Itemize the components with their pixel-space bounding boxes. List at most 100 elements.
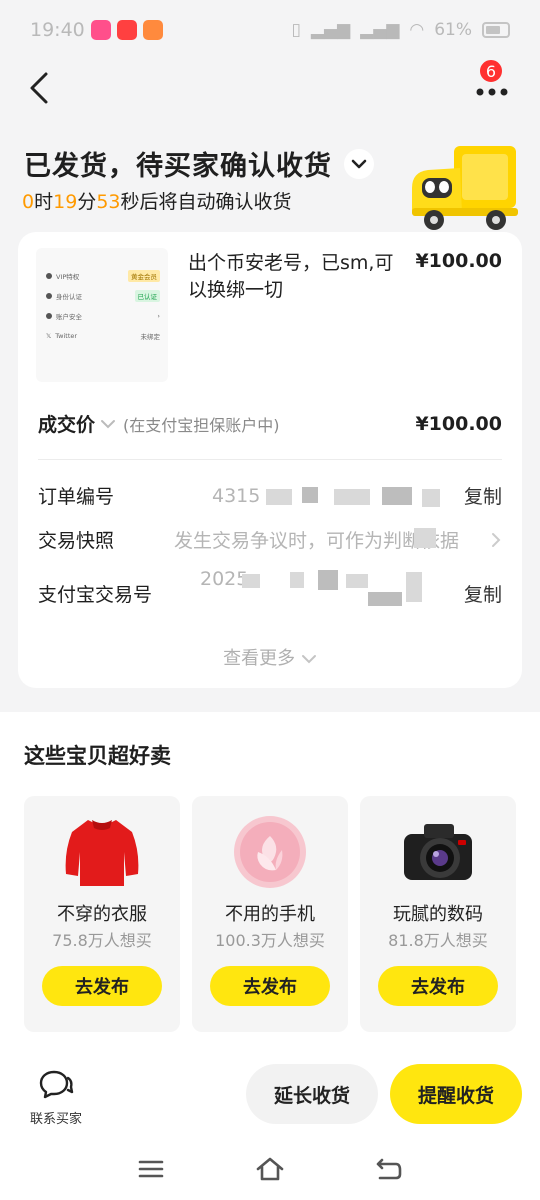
battery-percent: 61% — [434, 20, 472, 40]
status-expand-button[interactable] — [344, 148, 374, 179]
thumbnail-row-label: VIP特权 — [56, 273, 80, 281]
recommend-wants: 100.3万人想买 — [215, 931, 325, 950]
thumbnail-row-tag: 黄金会员 — [128, 270, 160, 282]
signal-icon: ▂▄▆ — [360, 20, 400, 40]
menu-icon[interactable] — [136, 1156, 166, 1182]
recommend-wants: 75.8万人想买 — [52, 931, 152, 950]
redaction-mosaic — [368, 592, 402, 606]
thumbnail-row: 账户安全 › — [46, 306, 160, 326]
divider — [38, 459, 502, 460]
redaction-mosaic — [302, 486, 318, 503]
recommend-name: 不用的手机 — [225, 904, 315, 925]
system-nav-bar — [0, 1140, 540, 1200]
redaction-mosaic — [318, 570, 338, 590]
trade-snapshot-value: 发生交易争议时，可作为判断依据 — [174, 526, 484, 553]
recommend-wants: 81.8万人想买 — [388, 931, 488, 950]
deal-price-row: 成交价 (在支付宝担保账户中) ¥100.00 — [38, 410, 502, 437]
user-icon — [46, 293, 52, 299]
thumbnail-row-tag: 已认证 — [134, 290, 160, 302]
back-nav-icon[interactable] — [374, 1156, 404, 1182]
status-time: 19:40 — [30, 19, 85, 41]
product-title[interactable]: 出个币安老号，已sm,可以换绑一切 — [188, 250, 408, 304]
redaction-mosaic — [414, 528, 436, 548]
trade-snapshot-row[interactable]: 交易快照 发生交易争议时，可作为判断依据 — [38, 526, 502, 553]
countdown-hours: 0 — [22, 191, 35, 213]
publish-button[interactable]: 去发布 — [378, 966, 498, 1006]
trade-snapshot-label: 交易快照 — [38, 530, 115, 552]
auto-confirm-countdown: 0时19分53秒后将自动确认收货 — [22, 187, 292, 214]
redaction-mosaic — [422, 488, 440, 507]
wifi-icon: ◠ — [409, 20, 425, 40]
battery-icon — [482, 22, 510, 38]
see-more-label: 查看更多 — [223, 648, 296, 669]
copy-alipay-number-button[interactable]: 复制 — [464, 580, 502, 607]
thumbnail-row-label: Twitter — [55, 332, 78, 340]
recommend-name: 玩腻的数码 — [393, 904, 483, 925]
redaction-mosaic — [242, 574, 260, 588]
publish-button[interactable]: 去发布 — [42, 966, 162, 1006]
chevron-right-icon — [490, 531, 502, 549]
redaction-mosaic — [334, 488, 370, 505]
recommend-title: 这些宝贝超好卖 — [24, 744, 171, 768]
thumbnail-row: 身份认证 已认证 — [46, 286, 160, 306]
red-sweater-icon — [65, 820, 139, 886]
order-number-text: 4315 — [212, 484, 261, 507]
notification-badge: 6 — [478, 58, 504, 84]
escrow-note: (在支付宝担保账户中) — [123, 415, 280, 435]
recommend-card[interactable]: 不穿的衣服 75.8万人想买 去发布 — [24, 796, 180, 1032]
thumbnail-row-label: 身份认证 — [56, 293, 82, 301]
order-status-row: 已发货，待买家确认收货 — [24, 144, 374, 183]
copy-order-number-button[interactable]: 复制 — [464, 482, 502, 509]
order-number-label: 订单编号 — [38, 486, 115, 508]
countdown-minutes-unit: 分 — [77, 191, 97, 213]
alipay-trade-number-value: 2025 — [194, 568, 458, 618]
remind-receipt-button[interactable]: 提醒收货 — [390, 1064, 522, 1124]
status-bar: 19:40 ▯ ▂▄▆ ▂▄▆ ◠ 61% — [0, 0, 540, 60]
vip-icon — [46, 273, 52, 279]
order-card: VIP特权 黄金会员 身份认证 已认证 账户安全 › 𝕏 Twitter 未绑定 … — [18, 232, 522, 688]
redaction-mosaic — [346, 574, 368, 588]
alipay-trade-number-label: 支付宝交易号 — [38, 583, 153, 606]
extend-receipt-button[interactable]: 延长收货 — [246, 1064, 378, 1124]
publish-button[interactable]: 去发布 — [210, 966, 330, 1006]
redaction-mosaic — [406, 572, 422, 602]
pink-phone-icon — [234, 816, 306, 888]
signal-icon: ▂▄▆ — [310, 20, 351, 40]
countdown-seconds: 53 — [96, 191, 121, 213]
thumbnail-row-tag: 未绑定 — [140, 333, 161, 341]
countdown-suffix: 秒后将自动确认收货 — [120, 191, 292, 213]
product-thumbnail[interactable]: VIP特权 黄金会员 身份认证 已认证 账户安全 › 𝕏 Twitter 未绑定 — [36, 248, 168, 382]
chevron-down-icon — [351, 159, 367, 168]
vibrate-icon: ▯ — [291, 20, 301, 40]
countdown-hours-unit: 时 — [34, 191, 54, 213]
thumbnail-row: 𝕏 Twitter 未绑定 — [46, 326, 160, 346]
delivery-truck-illustration — [412, 146, 518, 230]
back-button[interactable] — [22, 68, 62, 108]
chevron-down-icon — [301, 655, 316, 664]
thumbnail-row: VIP特权 黄金会员 — [46, 266, 160, 286]
recommend-card[interactable]: 玩腻的数码 81.8万人想买 去发布 — [360, 796, 516, 1032]
redaction-mosaic — [290, 572, 304, 588]
app-notification-icon — [116, 20, 137, 40]
app-notification-icon — [90, 20, 111, 40]
app-notification-icon — [142, 20, 163, 40]
alipay-trade-number-row: 支付宝交易号 2025 复制 — [38, 568, 502, 618]
redaction-mosaic — [266, 488, 292, 505]
home-icon[interactable] — [255, 1156, 285, 1182]
x-logo-icon: 𝕏 — [46, 332, 52, 340]
thumbnail-row-label: 账户安全 — [56, 313, 82, 321]
recommend-name: 不穿的衣服 — [57, 904, 147, 925]
deal-price-label: 成交价 — [38, 414, 96, 436]
contact-buyer-button[interactable]: 联系买家 — [24, 1068, 88, 1127]
countdown-minutes: 19 — [53, 191, 78, 213]
chevron-right-icon: › — [157, 312, 160, 320]
page-title: 已发货，待买家确认收货 — [24, 151, 332, 182]
chevron-left-icon — [30, 72, 48, 104]
recommend-card[interactable]: 不用的手机 100.3万人想买 去发布 — [192, 796, 348, 1032]
chat-icon — [39, 1070, 74, 1099]
chevron-down-icon[interactable] — [99, 418, 117, 430]
see-more-button[interactable]: 查看更多 — [18, 644, 522, 670]
product-price: ¥100.00 — [415, 250, 502, 272]
deal-price-value: ¥100.00 — [415, 412, 502, 435]
bottom-action-bar: 联系买家 延长收货 提醒收货 — [0, 1050, 540, 1140]
